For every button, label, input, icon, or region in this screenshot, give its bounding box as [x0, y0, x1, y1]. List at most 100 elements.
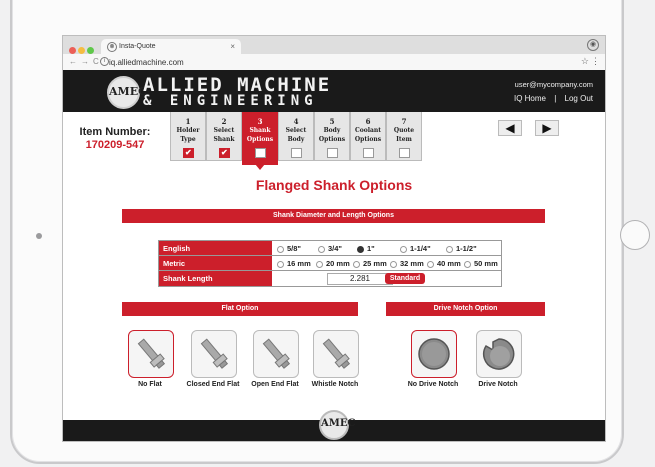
browser-menu-icon[interactable]: ⋮: [591, 56, 600, 67]
english-option-1[interactable]: 3/4": [318, 244, 342, 253]
step-label-1: Holder: [176, 127, 200, 134]
option-label: 50 mm: [474, 259, 498, 268]
drive-option-card-0[interactable]: [411, 330, 457, 378]
english-option-0[interactable]: 5/8": [277, 244, 301, 253]
metric-option-0[interactable]: 16 mm: [277, 259, 311, 268]
radio-icon[interactable]: [316, 260, 323, 268]
option-label: 3/4": [328, 244, 342, 253]
step-check-icon: [219, 147, 230, 158]
footer-logo[interactable]: AMEC: [319, 410, 356, 440]
metric-label: Metric: [159, 256, 272, 271]
maximize-window-dot[interactable]: [87, 47, 94, 54]
shank-length-input[interactable]: 2.281: [327, 273, 393, 285]
step-label-2: Options: [354, 136, 382, 143]
english-option-4[interactable]: 1-1/2": [446, 244, 477, 253]
metric-option-3[interactable]: 32 mm: [390, 259, 424, 268]
logo-text: AMEC: [109, 85, 147, 98]
step-label-1: Quote: [393, 127, 415, 134]
minimize-window-dot[interactable]: [78, 47, 85, 54]
metric-option-4[interactable]: 40 mm: [427, 259, 461, 268]
tool-image-icon: [133, 336, 169, 377]
nav-buttons[interactable]: ←→C: [69, 57, 103, 66]
step-label-2: Options: [246, 136, 274, 143]
drive-option-label[interactable]: Drive Notch: [458, 381, 538, 388]
tab-close-icon[interactable]: ×: [230, 42, 235, 51]
metric-option-5[interactable]: 50 mm: [464, 259, 498, 268]
radio-icon[interactable]: [318, 245, 325, 253]
url-field[interactable]: iq.alliedmachine.com: [109, 58, 184, 67]
section-diameter-header: Shank Diameter and Length Options: [122, 209, 545, 223]
radio-icon[interactable]: [353, 260, 360, 268]
step-number: 6: [365, 117, 371, 126]
site-footer: AMEC: [63, 410, 605, 441]
radio-icon[interactable]: [277, 260, 284, 268]
browser-tab-bar: ⊗ Insta-Quote × ◉: [63, 36, 605, 54]
option-label: 20 mm: [326, 259, 350, 268]
step-label-1: Select: [213, 127, 235, 134]
flat-option-card-2[interactable]: [253, 330, 299, 378]
account-icon[interactable]: ◉: [587, 39, 599, 51]
step-label-1: Shank: [249, 127, 271, 134]
english-option-2[interactable]: 1": [357, 244, 375, 253]
bookmark-star-icon[interactable]: ☆: [581, 56, 589, 67]
radio-icon[interactable]: [390, 260, 397, 268]
step-number: 2: [221, 117, 227, 126]
item-number-label: Item Number:: [79, 126, 151, 138]
step-number: 5: [329, 117, 335, 126]
option-label: 1-1/4": [410, 244, 431, 253]
metric-option-2[interactable]: 25 mm: [353, 259, 387, 268]
shank-length-row: Shank Length 2.281 Standard: [158, 270, 502, 287]
info-icon[interactable]: i: [100, 57, 109, 66]
step-5[interactable]: 5 Body Options: [314, 112, 350, 161]
radio-icon[interactable]: [400, 245, 407, 253]
tablet-home-button[interactable]: [620, 220, 650, 250]
section-drive-header: Drive Notch Option: [386, 302, 545, 316]
browser-tab[interactable]: ⊗ Insta-Quote ×: [101, 39, 241, 54]
option-label: 40 mm: [437, 259, 461, 268]
radio-icon[interactable]: [464, 260, 471, 268]
flat-option-label[interactable]: Whistle Notch: [299, 381, 371, 388]
standard-button[interactable]: Standard: [385, 273, 425, 284]
tool-image-icon: [196, 336, 232, 377]
metric-option-1[interactable]: 20 mm: [316, 259, 350, 268]
flat-option-label[interactable]: No Flat: [114, 381, 186, 388]
step-6[interactable]: 6 Coolant Options: [350, 112, 386, 161]
close-window-dot[interactable]: [69, 47, 76, 54]
flat-option-card-0[interactable]: [128, 330, 174, 378]
step-number: 4: [293, 117, 299, 126]
radio-icon[interactable]: [427, 260, 434, 268]
site-header: AMEC ALLIED MACHINE & ENGINEERING user@m…: [63, 70, 605, 112]
english-label: English: [159, 241, 272, 256]
drive-option-card-1[interactable]: [476, 330, 522, 378]
option-label: 16 mm: [287, 259, 311, 268]
prev-arrow-button[interactable]: ◀: [498, 120, 522, 136]
amec-logo[interactable]: AMEC: [107, 76, 147, 109]
iq-home-link[interactable]: IQ Home: [514, 94, 546, 103]
tool-image-icon: [258, 336, 294, 377]
footer-logo-text: AMEC: [321, 418, 356, 429]
english-option-3[interactable]: 1-1/4": [400, 244, 431, 253]
flat-option-card-1[interactable]: [191, 330, 237, 378]
item-number: Item Number: 170209-547: [75, 126, 155, 151]
log-out-link[interactable]: Log Out: [565, 94, 593, 103]
radio-icon[interactable]: [446, 245, 453, 253]
step-check-icon: [399, 148, 410, 158]
step-check-icon: [183, 147, 194, 158]
step-check-icon: [255, 148, 266, 158]
section-flat-header: Flat Option: [122, 302, 358, 316]
radio-icon[interactable]: [277, 245, 284, 253]
step-label-2: Type: [180, 136, 196, 143]
step-7[interactable]: 7 Quote Item: [386, 112, 422, 161]
next-arrow-button[interactable]: ▶: [535, 120, 559, 136]
radio-icon[interactable]: [357, 245, 364, 253]
step-2[interactable]: 2 Select Shank: [206, 112, 242, 161]
step-4[interactable]: 4 Select Body: [278, 112, 314, 161]
flat-option-card-3[interactable]: [313, 330, 359, 378]
option-label: 5/8": [287, 244, 301, 253]
page-title: Flanged Shank Options: [255, 177, 413, 193]
step-1[interactable]: 1 Holder Type: [170, 112, 206, 161]
step-label-2: Options: [318, 136, 346, 143]
step-3[interactable]: 3 Shank Options: [242, 112, 278, 170]
browser-window: ⊗ Insta-Quote × ◉ ←→C i iq.alliedmachine…: [62, 35, 606, 442]
step-number: 3: [257, 117, 263, 126]
